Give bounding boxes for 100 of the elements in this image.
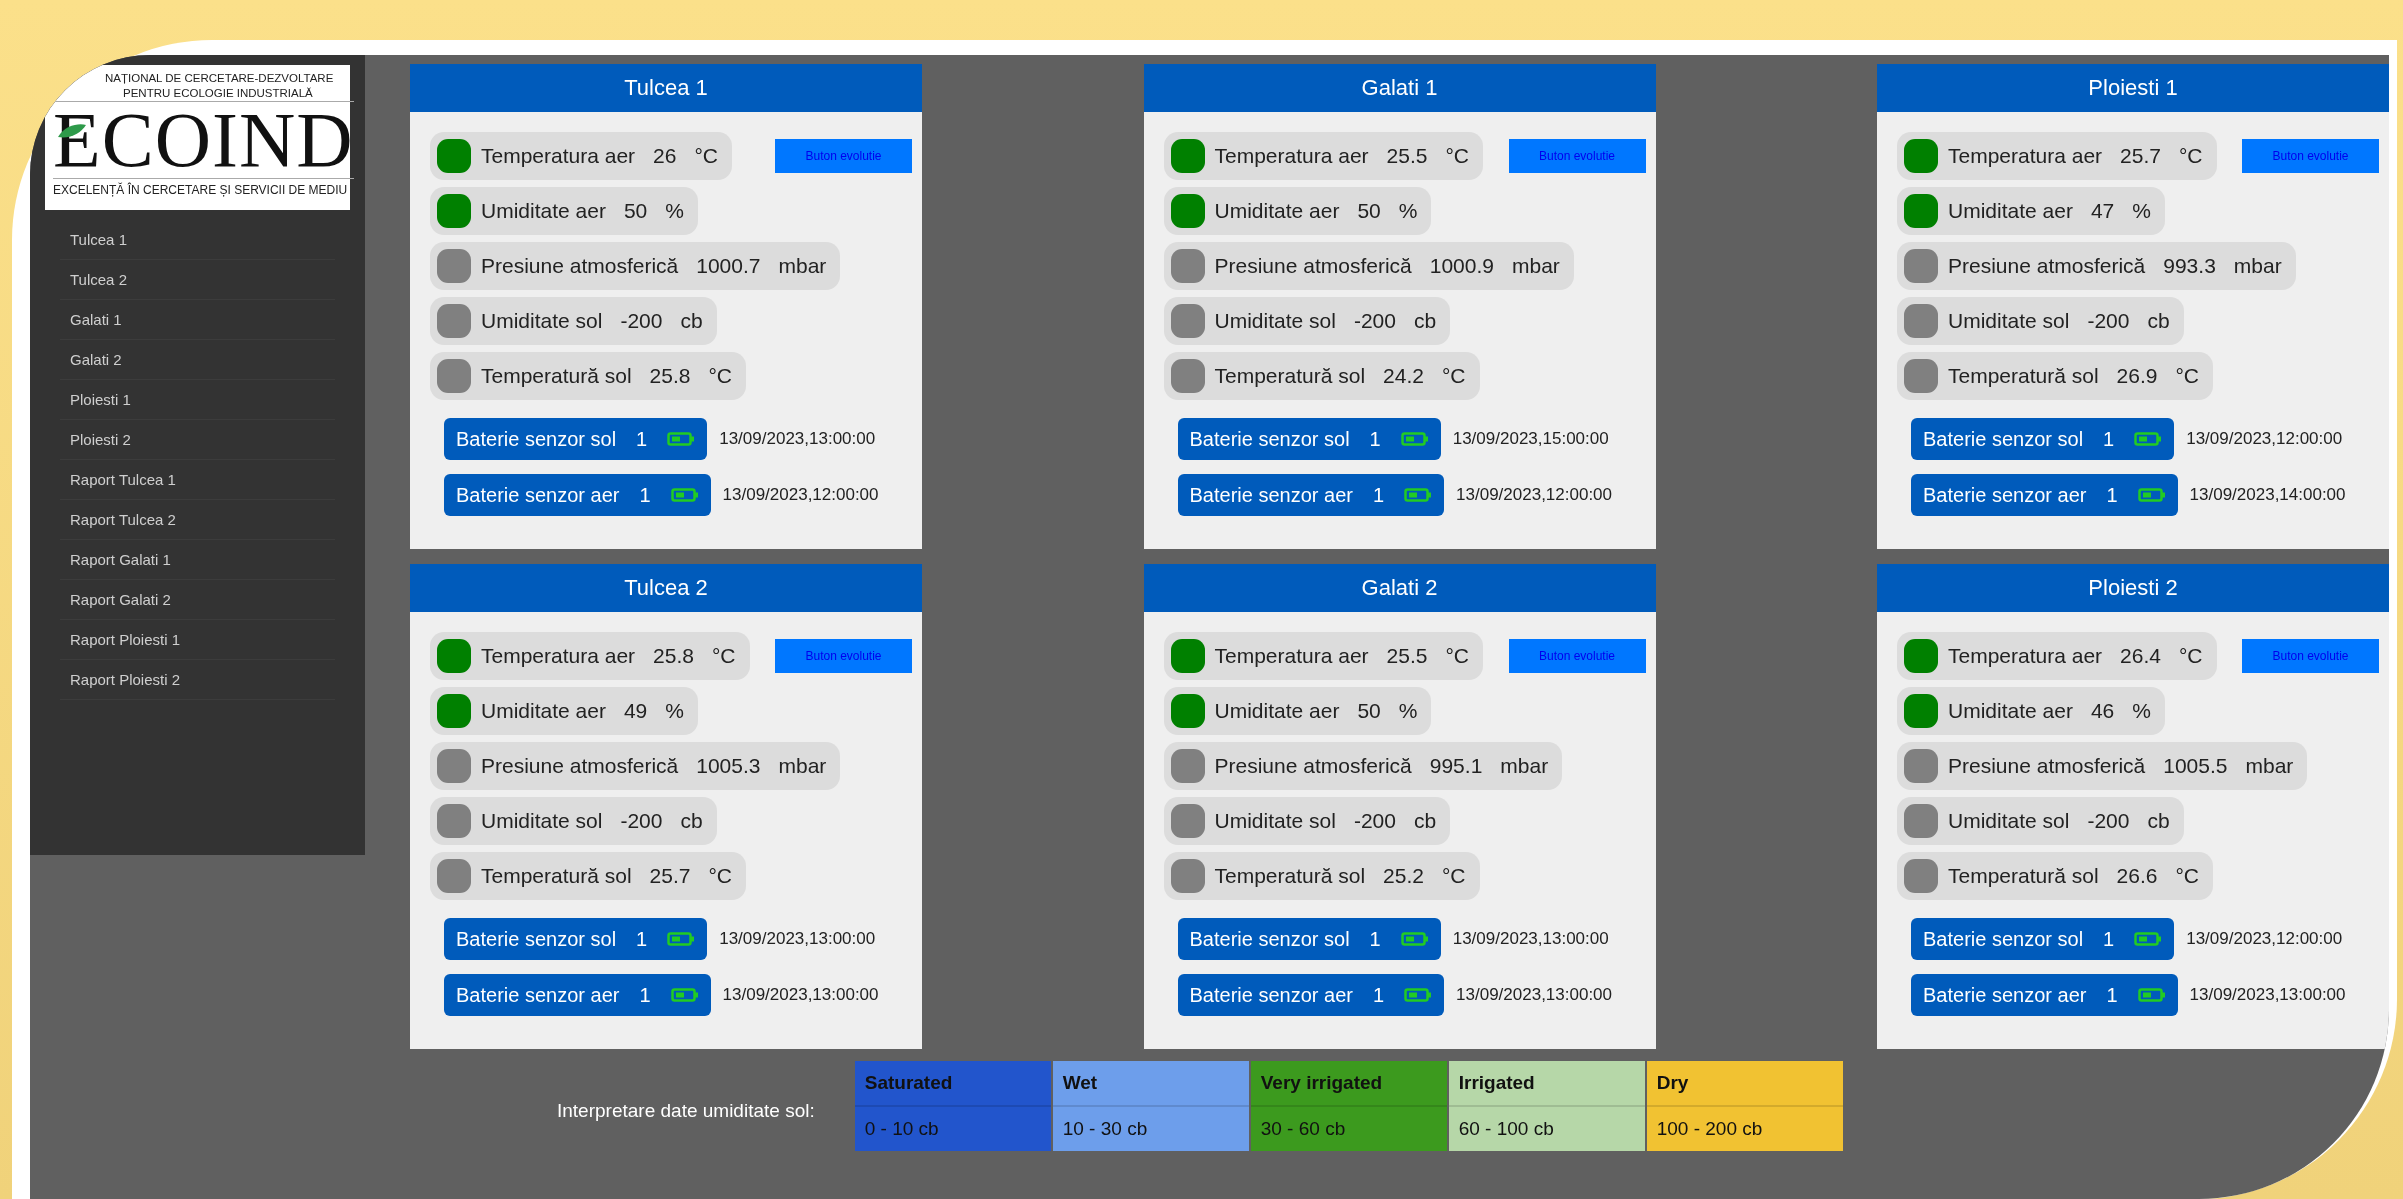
sensor-unit: % (665, 699, 684, 723)
timestamp: 13/09/2023,15:00:00 (1452, 429, 1609, 449)
sidebar-item[interactable]: Tulcea 2 (60, 271, 127, 288)
sensor-label: Presiune atmosferică (1214, 754, 1412, 778)
sensor-unit: °C (2178, 144, 2203, 168)
battery-icon (1404, 488, 1433, 502)
sensor-label: Presiune atmosferică (1948, 254, 2146, 278)
sidebar-item[interactable]: Galati 2 (60, 351, 122, 368)
timestamp: 13/09/2023,14:00:00 (2189, 485, 2346, 505)
battery-button[interactable]: Baterie senzor sol 1 (1177, 918, 1441, 960)
sensor-value: 46 (2090, 699, 2115, 723)
battery-button[interactable]: Baterie senzor aer 1 (1911, 974, 2178, 1016)
sidebar-item[interactable]: Ploiesti 1 (60, 391, 131, 408)
sensor-value: 25.8 (653, 644, 694, 668)
sensor-label: Temperatură sol (481, 364, 632, 388)
timestamp: 13/09/2023,13:00:00 (1452, 929, 1609, 949)
battery-button[interactable]: Baterie senzor aer 1 (1177, 474, 1445, 516)
sensor-label: Umiditate sol (1214, 309, 1336, 333)
sensor-value: 993.3 (2163, 254, 2216, 278)
battery-button[interactable]: Baterie senzor sol 1 (1911, 918, 2175, 960)
sensor-unit: % (2132, 199, 2151, 223)
battery-button[interactable]: Baterie senzor aer 1 (444, 974, 711, 1016)
timestamp: 13/09/2023,13:00:00 (1456, 985, 1613, 1005)
sensor-value: 25.5 (1386, 144, 1428, 168)
sidebar-item[interactable]: Raport Tulcea 2 (60, 511, 176, 528)
sensor-value: 50 (623, 199, 648, 223)
legend-cell: 60 - 100 cb (1448, 1107, 1645, 1151)
sensor-unit: mbar (2245, 754, 2294, 778)
sensor-unit: cb (2147, 309, 2170, 333)
sensor-value: -200 (620, 809, 663, 833)
card-title: Ploiesti 1 (1877, 64, 2389, 112)
sensor-value: -200 (1353, 809, 1396, 833)
legend-cell: 100 - 200 cb (1646, 1107, 1843, 1151)
legend-cell: 30 - 60 cb (1250, 1107, 1447, 1151)
sidebar-item[interactable]: Raport Galati 2 (60, 591, 171, 608)
sensor-label: Temperatura aer (1214, 644, 1369, 668)
sensor-value: 1005.5 (2163, 754, 2228, 778)
sidebar-item[interactable]: Tulcea 1 (60, 231, 127, 248)
sensor-unit: % (1398, 199, 1418, 223)
sensor-unit: °C (1445, 144, 1470, 168)
sidebar-item[interactable]: Raport Ploiesti 2 (60, 671, 181, 688)
sensor-value: 25.8 (649, 364, 691, 388)
sidebar-item[interactable]: Galati 1 (60, 311, 122, 328)
legend-header-cell: Dry (1646, 1061, 1843, 1107)
battery-icon (2134, 432, 2163, 446)
sidebar-item[interactable]: Raport Galati 1 (60, 551, 171, 568)
sensor-value: 50 (1357, 699, 1381, 723)
battery-icon (670, 988, 699, 1002)
sensor-value: -200 (620, 309, 663, 333)
sensor-label: Temperatura aer (481, 644, 636, 668)
timestamp: 13/09/2023,13:00:00 (719, 929, 876, 949)
card-title: Galati 2 (1143, 564, 1656, 612)
card-title: Tulcea 2 (410, 564, 922, 612)
battery-icon (2134, 932, 2163, 946)
sensor-label: Temperatura aer (1214, 144, 1369, 168)
timestamp: 13/09/2023,13:00:00 (2189, 985, 2346, 1005)
battery-button[interactable]: Baterie senzor aer 1 (1177, 974, 1445, 1016)
sensor-label: Presiune atmosferică (1948, 754, 2146, 778)
logo-tagline: EXCELENȚĂ ÎN CERCETARE ȘI SERVICII DE MEDIU (53, 183, 348, 197)
battery-icon (670, 488, 699, 502)
battery-button[interactable]: Baterie senzor sol 1 (1911, 418, 2175, 460)
battery-button[interactable]: Baterie senzor sol 1 (1177, 418, 1441, 460)
sensor-unit: °C (694, 144, 718, 168)
sensor-value: 25.5 (1386, 644, 1428, 668)
sensor-value: 47 (2090, 199, 2115, 223)
battery-button[interactable]: Baterie senzor aer 1 (1911, 474, 2178, 516)
sensor-label: Umiditate aer (1948, 699, 2073, 723)
sensor-value: -200 (1353, 309, 1396, 333)
sensor-value: 49 (623, 699, 648, 723)
legend-header-cell: Wet (1052, 1061, 1249, 1107)
logo-text: NAȚIONAL DE CERCETARE-DEZVOLTARE (105, 71, 334, 86)
sensor-label: Presiune atmosferică (481, 254, 679, 278)
sensor-value: -200 (2087, 309, 2130, 333)
battery-button[interactable]: Baterie senzor sol 1 (444, 918, 708, 960)
sensor-label: Umiditate aer (481, 199, 606, 223)
sensor-value: 995.1 (1429, 754, 1483, 778)
timestamp: 13/09/2023,12:00:00 (1456, 485, 1613, 505)
timestamp: 13/09/2023,13:00:00 (719, 429, 876, 449)
sensor-unit: % (2132, 699, 2151, 723)
sensor-label: Temperatură sol (1214, 864, 1366, 888)
legend-cell: 0 - 10 cb (854, 1107, 1051, 1151)
sidebar-item[interactable]: Ploiesti 2 (60, 431, 131, 448)
battery-button[interactable]: Baterie senzor aer 1 (444, 474, 711, 516)
sensor-unit: °C (2178, 644, 2203, 668)
sidebar-item[interactable]: Raport Ploiesti 1 (60, 631, 181, 648)
battery-icon (667, 432, 696, 446)
sensor-unit: mbar (1512, 254, 1560, 278)
sensor-value: 26 (653, 144, 677, 168)
battery-button[interactable]: Baterie senzor sol 1 (444, 418, 708, 460)
sensor-label: Umiditate aer (1214, 199, 1340, 223)
sensor-unit: cb (680, 309, 703, 333)
sensor-unit: °C (1445, 644, 1470, 668)
sensor-label: Umiditate sol (1948, 809, 2070, 833)
sensor-label: Temperatura aer (1948, 144, 2103, 168)
sensor-unit: °C (711, 644, 736, 668)
sensor-label: Temperatura aer (481, 144, 636, 168)
sensor-label: Temperatura aer (1948, 644, 2103, 668)
sidebar-item[interactable]: Raport Tulcea 1 (60, 471, 176, 488)
sensor-label: Temperatură sol (1948, 864, 2099, 888)
sensor-unit: cb (2147, 809, 2170, 833)
